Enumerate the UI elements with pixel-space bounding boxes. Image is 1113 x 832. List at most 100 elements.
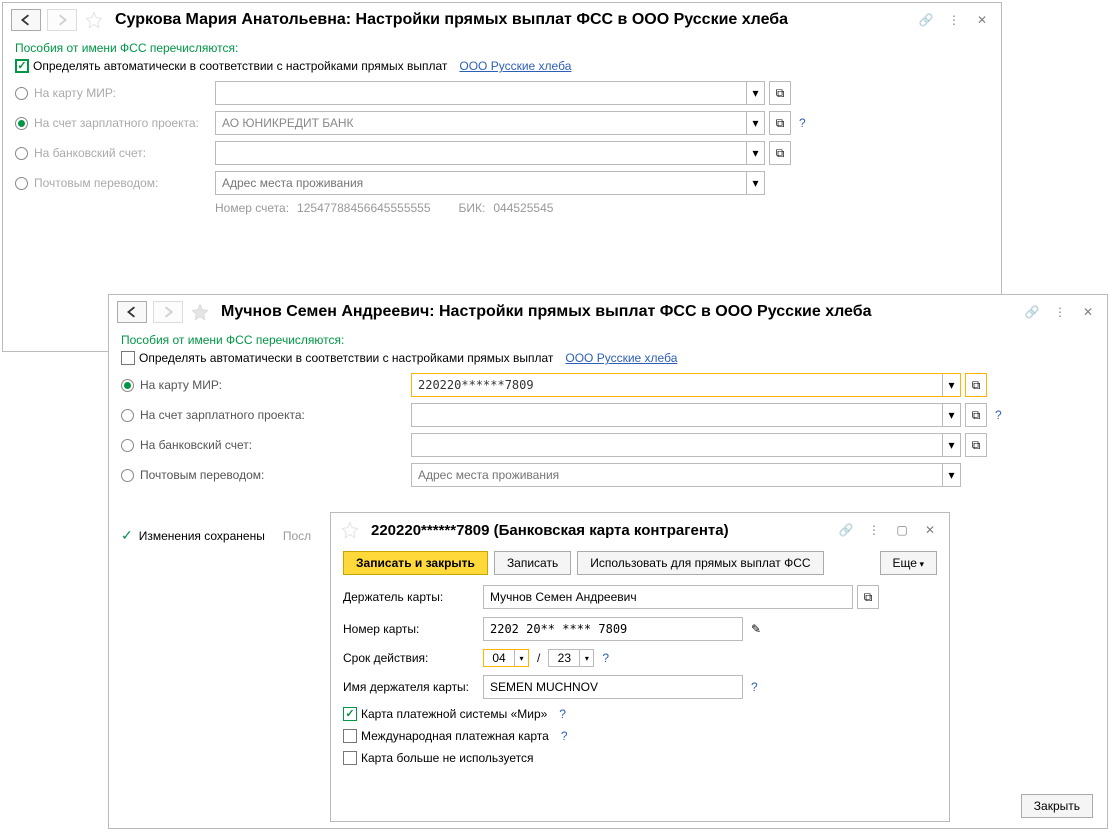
expiry-year-input[interactable]: ▾ [548,649,594,667]
holder-label: Держатель карты: [343,590,483,604]
titlebar: Суркова Мария Анатольевна: Настройки пря… [3,3,1001,37]
open-icon[interactable]: ⧉ [857,585,879,609]
kebab-icon[interactable]: ⋮ [863,519,885,541]
help-icon[interactable]: ? [559,707,566,721]
open-icon[interactable]: ⧉ [769,111,791,135]
nav-back-button[interactable] [117,301,147,323]
star-icon[interactable] [83,9,105,31]
org-link[interactable]: ООО Русские хлеба [459,59,571,73]
save-button[interactable]: Записать [494,551,571,575]
help-icon[interactable]: ? [799,116,806,130]
section-heading: Пособия от имени ФСС перечисляются: [15,41,989,55]
slash: / [537,651,540,665]
radio-post[interactable]: Почтовым переводом: [121,468,411,482]
link-icon[interactable]: 🔗 [915,9,937,31]
dropdown-icon[interactable]: ▾ [746,142,764,164]
salary-combo[interactable]: ▾ [215,111,765,135]
dropdown-icon[interactable]: ▾ [746,82,764,104]
save-close-button[interactable]: Записать и закрыть [343,551,488,575]
titlebar: Мучнов Семен Андреевич: Настройки прямых… [109,295,1107,329]
kebab-icon[interactable]: ⋮ [1049,301,1071,323]
help-icon[interactable]: ? [602,651,609,665]
mir-combo[interactable]: ▾ [411,373,961,397]
star-icon[interactable] [189,301,211,323]
org-link[interactable]: ООО Русские хлеба [565,351,677,365]
unused-label: Карта больше не используется [361,751,533,765]
nav-back-button[interactable] [11,9,41,31]
open-icon[interactable]: ⧉ [965,403,987,427]
mir-label: Карта платежной системы «Мир» [361,707,547,721]
saved-label: Изменения сохранены [139,529,265,543]
pencil-icon[interactable]: ✎ [751,622,761,636]
close-icon[interactable]: ✕ [1077,301,1099,323]
window-title: Суркова Мария Анатольевна: Настройки пря… [115,11,909,29]
holder-name-input[interactable] [483,675,743,699]
salary-input[interactable] [412,404,942,426]
bank-input[interactable] [216,142,746,164]
nav-forward-button[interactable] [47,9,77,31]
post-input[interactable] [412,464,942,486]
open-icon[interactable]: ⧉ [769,81,791,105]
help-icon[interactable]: ? [995,408,1002,422]
radio-salary: На счет зарплатного проекта: [15,116,215,130]
star-icon[interactable] [339,519,361,541]
section-heading: Пособия от имени ФСС перечисляются: [121,333,1095,347]
mir-checkbox[interactable] [343,707,357,721]
salary-combo[interactable]: ▾ [411,403,961,427]
dropdown-icon[interactable]: ▾ [746,172,764,194]
open-icon[interactable]: ⧉ [965,433,987,457]
open-icon[interactable]: ⧉ [769,141,791,165]
post-combo[interactable]: ▾ [215,171,765,195]
radio-salary[interactable]: На счет зарплатного проекта: [121,408,411,422]
dropdown-icon[interactable]: ▾ [579,650,593,666]
bik-label: БИК: [459,201,486,215]
intl-checkbox[interactable] [343,729,357,743]
help-icon[interactable]: ? [751,680,758,694]
open-icon[interactable]: ⧉ [965,373,987,397]
link-icon[interactable]: 🔗 [1021,301,1043,323]
close-icon[interactable]: ✕ [971,9,993,31]
more-button[interactable]: Еще [880,551,937,575]
mir-combo[interactable]: ▾ [215,81,765,105]
bank-combo[interactable]: ▾ [411,433,961,457]
auto-detect-label: Определять автоматически в соответствии … [139,351,553,365]
dropdown-icon[interactable]: ▾ [942,374,960,396]
window-title: 220220******7809 (Банковская карта контр… [371,522,829,539]
dropdown-icon[interactable]: ▾ [942,404,960,426]
expiry-label: Срок действия: [343,651,483,665]
unused-checkbox[interactable] [343,751,357,765]
radio-post: Почтовым переводом: [15,176,215,190]
auto-detect-checkbox[interactable] [121,351,135,365]
use-for-fss-button[interactable]: Использовать для прямых выплат ФСС [577,551,823,575]
close-button[interactable]: Закрыть [1021,794,1093,818]
number-input[interactable] [483,617,743,641]
nav-forward-button[interactable] [153,301,183,323]
radio-mir[interactable]: На карту МИР: [121,378,411,392]
bank-input[interactable] [412,434,942,456]
holder-input[interactable] [483,585,853,609]
close-icon[interactable]: ✕ [919,519,941,541]
help-icon[interactable]: ? [561,729,568,743]
link-icon[interactable]: 🔗 [835,519,857,541]
maximize-icon[interactable]: ▢ [891,519,913,541]
auto-detect-checkbox[interactable] [15,59,29,73]
bik-value: 044525545 [493,201,553,215]
dropdown-icon[interactable]: ▾ [514,650,528,666]
salary-input[interactable] [216,112,746,134]
bank-combo[interactable]: ▾ [215,141,765,165]
window-title: Мучнов Семен Андреевич: Настройки прямых… [221,303,1015,321]
post-combo[interactable]: ▾ [411,463,961,487]
number-label: Номер карты: [343,622,483,636]
intl-label: Международная платежная карта [361,729,549,743]
dropdown-icon[interactable]: ▾ [746,112,764,134]
dropdown-icon[interactable]: ▾ [942,464,960,486]
kebab-icon[interactable]: ⋮ [943,9,965,31]
auto-detect-label: Определять автоматически в соответствии … [33,59,447,73]
dropdown-icon[interactable]: ▾ [942,434,960,456]
mir-input[interactable] [216,82,746,104]
radio-bank[interactable]: На банковский счет: [121,438,411,452]
expiry-month-input[interactable]: ▾ [483,649,529,667]
mir-input[interactable] [412,374,942,396]
post-input[interactable] [216,172,746,194]
account-value: 12547788456645555555 [297,201,430,215]
